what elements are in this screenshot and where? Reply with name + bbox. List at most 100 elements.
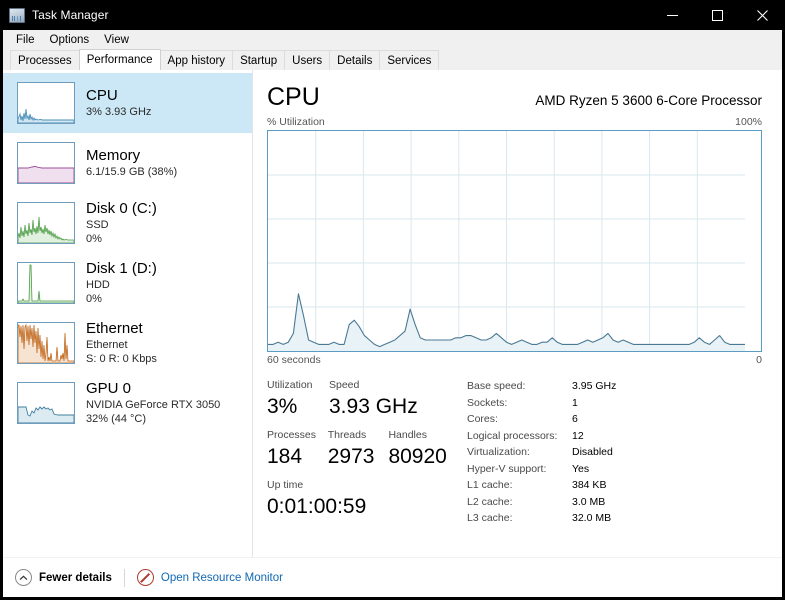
cpu-detail-panel: CPU AMD Ryzen 5 3600 6-Core Processor % … (253, 70, 782, 557)
graph-time-labels: 60 seconds 0 (253, 352, 782, 366)
tab-processes[interactable]: Processes (10, 50, 80, 70)
title-bar: Task Manager (0, 0, 785, 30)
tab-users[interactable]: Users (284, 50, 331, 70)
open-resource-monitor-link[interactable]: Open Resource Monitor (136, 569, 283, 586)
stat-hyperv-value: Yes (572, 462, 590, 475)
fewer-details-button[interactable]: Fewer details (15, 569, 112, 586)
stat-virtualization-label: Virtualization: (467, 446, 530, 458)
graph-y-max-label: 100% (735, 116, 762, 128)
stat-hyperv-label: Hyper-V support: (467, 462, 547, 475)
sidebar-item-disk1[interactable]: Disk 1 (D:) HDD 0% (3, 253, 252, 313)
close-button[interactable] (740, 0, 785, 30)
sidebar-item-gpu0-sub: NVIDIA GeForce RTX 3050 (86, 399, 221, 411)
stat-l3-cache-label: L3 cache: (467, 512, 513, 524)
menu-item-options[interactable]: Options (43, 31, 98, 49)
sidebar-item-gpu0-sub2: 32% (44 °C) (86, 413, 147, 425)
sidebar-item-disk1-title: Disk 1 (D:) (86, 260, 157, 277)
tab-details[interactable]: Details (329, 50, 381, 70)
sidebar-item-cpu-text: CPU 3% 3.93 GHz (86, 87, 151, 119)
content-area: CPU 3% 3.93 GHz Memory 6.1/15.9 GB (38%) (3, 70, 782, 557)
cpu-model-label: AMD Ryzen 5 3600 6-Core Processor (535, 93, 762, 108)
sidebar-item-cpu-sub: 3% 3.93 GHz (86, 106, 152, 118)
graph-time-right-label: 0 (756, 354, 762, 366)
sidebar-item-disk0-sub2: 0% (86, 233, 102, 245)
minimize-button[interactable] (650, 0, 695, 30)
sidebar-item-cpu-title: CPU (86, 87, 118, 104)
memory-thumbnail-graph (17, 142, 75, 184)
sidebar-item-disk1-sub: HDD (86, 279, 110, 291)
tab-performance[interactable]: Performance (78, 49, 161, 70)
sidebar-item-cpu[interactable]: CPU 3% 3.93 GHz (3, 73, 252, 133)
sidebar-item-disk1-sub2: 0% (86, 293, 102, 305)
stat-speed-value: 3.93 GHz (329, 395, 418, 418)
stat-speed-label: Speed (329, 379, 360, 391)
sidebar-item-gpu0-title: GPU 0 (86, 380, 132, 397)
stat-l2-cache-value: 3.0 MB (572, 495, 606, 508)
title-bar-left: Task Manager (0, 7, 650, 23)
sidebar-item-disk0[interactable]: Disk 0 (C:) SSD 0% (3, 193, 252, 253)
ethernet-thumbnail-graph (17, 322, 75, 364)
status-separator (123, 568, 125, 587)
menu-bar: File Options View (3, 30, 782, 49)
stat-cores-value: 6 (572, 413, 578, 425)
stat-processes-label: Processes (267, 429, 317, 441)
tab-services[interactable]: Services (379, 50, 440, 70)
stats-gap-1 (267, 420, 457, 428)
stat-l3-cache-value: 32.0 MB (572, 512, 612, 524)
cpu-header: CPU AMD Ryzen 5 3600 6-Core Processor (253, 70, 782, 112)
stat-l1-cache-label: L1 cache: (467, 479, 513, 491)
sidebar-item-ethernet-text: Ethernet Ethernet S: 0 R: 0 Kbps (86, 320, 157, 366)
sidebar-item-disk0-title: Disk 0 (C:) (86, 200, 157, 217)
sidebar-item-memory[interactable]: Memory 6.1/15.9 GB (38%) (3, 133, 252, 193)
stat-virtualization-value: Disabled (572, 446, 613, 458)
stat-logical-processors-value: 12 (572, 429, 584, 442)
sidebar-item-gpu0-text: GPU 0 NVIDIA GeForce RTX 3050 32% (44 °C… (86, 380, 220, 426)
stat-l2-cache-label: L2 cache: (467, 495, 513, 508)
stat-threads-label: Threads (327, 429, 367, 441)
stat-threads: Threads 2973 (328, 428, 389, 470)
tab-strip: Processes Performance App history Startu… (3, 49, 782, 70)
cpu-thumbnail-graph (17, 82, 75, 124)
stat-uptime-label: Up time (267, 479, 304, 491)
stat-cores-label: Cores: (467, 413, 498, 425)
sidebar-item-memory-title: Memory (86, 147, 141, 164)
stat-base-speed-label: Base speed: (467, 380, 526, 392)
menu-item-view[interactable]: View (97, 31, 137, 49)
chevron-up-circle-icon (15, 569, 32, 586)
stat-threads-value: 2973 (327, 445, 375, 468)
stat-sockets-value: 1 (572, 396, 578, 409)
stat-handles-label: Handles (388, 429, 427, 441)
cpu-chart-svg (268, 131, 745, 351)
stat-handles-value: 80920 (388, 445, 447, 468)
stat-l1-cache-value: 384 KB (572, 479, 607, 491)
stat-handles: Handles 80920 (388, 428, 457, 470)
performance-sidebar[interactable]: CPU 3% 3.93 GHz Memory 6.1/15.9 GB (38%) (3, 70, 253, 557)
tab-app-history[interactable]: App history (159, 50, 234, 70)
gpu0-thumbnail-graph (17, 382, 75, 424)
open-resource-monitor-label: Open Resource Monitor (160, 571, 283, 584)
tab-startup[interactable]: Startup (232, 50, 286, 70)
stat-processes: Processes 184 (267, 428, 328, 470)
stat-utilization-label: Utilization (267, 379, 313, 391)
task-manager-icon (9, 7, 25, 23)
sidebar-item-disk1-text: Disk 1 (D:) HDD 0% (86, 260, 157, 306)
maximize-button[interactable] (695, 0, 740, 30)
stat-logical-processors-label: Logical processors: (467, 429, 558, 442)
cpu-stats: Utilization 3% Speed 3.93 GHz Processes … (253, 366, 782, 527)
task-manager-window: Task Manager File Options View Processes… (0, 0, 785, 600)
menu-item-file[interactable]: File (9, 31, 43, 49)
stat-speed: Speed 3.93 GHz (329, 378, 457, 420)
window-title: Task Manager (32, 8, 109, 22)
sidebar-item-gpu0[interactable]: GPU 0 NVIDIA GeForce RTX 3050 32% (44 °C… (3, 373, 252, 433)
stat-processes-value: 184 (267, 445, 303, 468)
stat-uptime-value: 0:01:00:59 (267, 495, 367, 518)
sidebar-item-memory-text: Memory 6.1/15.9 GB (38%) (86, 147, 177, 179)
stat-sockets-label: Sockets: (467, 396, 508, 409)
resource-monitor-icon (136, 569, 154, 586)
sidebar-item-ethernet[interactable]: Ethernet Ethernet S: 0 R: 0 Kbps (3, 313, 252, 373)
sidebar-item-disk0-sub: SSD (86, 219, 109, 231)
cpu-utilization-graph (267, 130, 762, 352)
sidebar-item-memory-sub: 6.1/15.9 GB (38%) (86, 166, 178, 178)
graph-time-left-label: 60 seconds (267, 354, 321, 366)
fewer-details-label: Fewer details (39, 571, 112, 584)
